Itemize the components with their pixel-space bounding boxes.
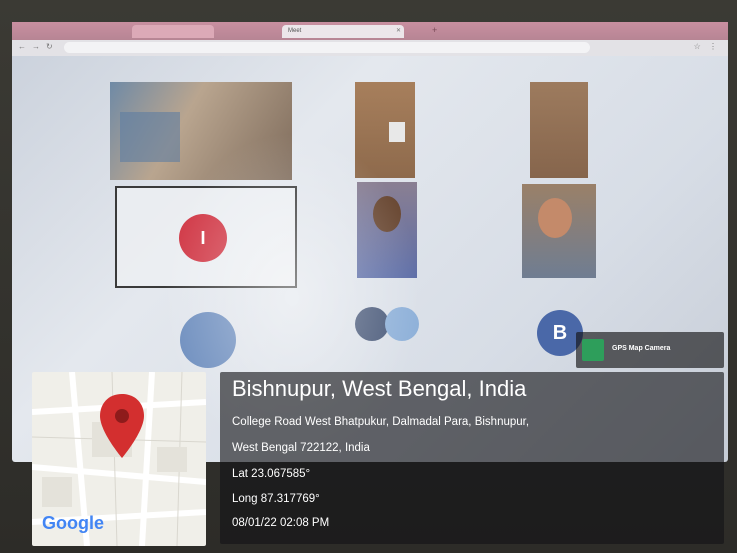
- toolbar-icons[interactable]: ☆ ⋮: [694, 42, 720, 51]
- tab-close-icon[interactable]: ✕: [396, 25, 401, 38]
- video-blur: [538, 198, 572, 238]
- address-bar: ← → ↻ ☆ ⋮: [12, 40, 728, 56]
- participant-tile[interactable]: [355, 82, 415, 178]
- participant-avatar[interactable]: [385, 307, 419, 341]
- date-time: 08/01/22 02:08 PM: [232, 517, 330, 529]
- video-blur: [373, 196, 401, 232]
- video-blur: [120, 112, 180, 162]
- back-icon[interactable]: ←: [18, 42, 26, 51]
- participant-tile[interactable]: [530, 82, 588, 178]
- gps-camera-badge: GPS Map Camera: [576, 332, 724, 368]
- tab-label: Meet: [288, 28, 302, 34]
- reload-icon[interactable]: ↻: [46, 42, 53, 51]
- browser-tab-bar: Meet ✕ +: [12, 22, 728, 40]
- participant-tile[interactable]: [522, 184, 596, 278]
- video-blur: [389, 122, 405, 142]
- address-line-2: West Bengal 722122, India: [232, 442, 370, 454]
- browser-tab-active[interactable]: Meet ✕: [282, 25, 404, 38]
- google-logo: Google: [42, 513, 104, 533]
- browser-tab[interactable]: [132, 25, 214, 38]
- participant-avatar[interactable]: [355, 307, 389, 341]
- new-tab-icon[interactable]: +: [432, 25, 437, 35]
- participant-tile[interactable]: [357, 182, 417, 278]
- gps-camera-app-name: GPS Map Camera: [612, 345, 671, 352]
- gps-camera-logo: [582, 339, 604, 361]
- participant-tile-active[interactable]: I: [115, 186, 297, 288]
- location-map: Google: [32, 372, 206, 546]
- participant-avatar: I: [179, 214, 227, 262]
- longitude: Long 87.317769°: [232, 493, 320, 505]
- location-info-panel: Bishnupur, West Bengal, India College Ro…: [220, 372, 724, 544]
- url-field[interactable]: [64, 42, 590, 53]
- participant-tile[interactable]: [110, 82, 292, 180]
- address-line-1: College Road West Bhatpukur, Dalmadal Pa…: [232, 416, 530, 428]
- forward-icon[interactable]: →: [32, 42, 40, 51]
- location-title: Bishnupur, West Bengal, India: [232, 376, 527, 401]
- latitude: Lat 23.067585°: [232, 468, 311, 480]
- participant-avatar[interactable]: [180, 312, 236, 368]
